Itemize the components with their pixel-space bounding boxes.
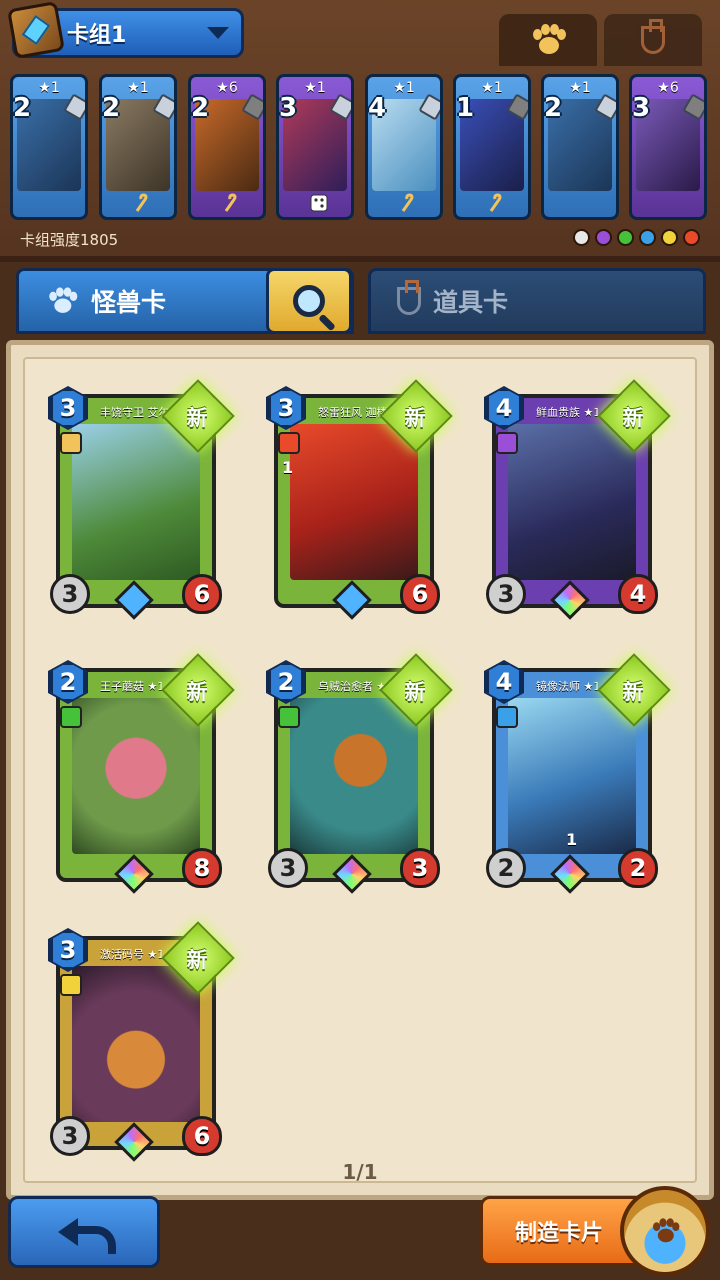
health-value: 6 — [182, 574, 222, 614]
deck-card[interactable]: ★1 4 — [365, 74, 443, 220]
dice-icon — [310, 194, 328, 212]
tab-item-cards[interactable]: 道具卡 — [368, 268, 706, 334]
card-extra-value: 1 — [282, 458, 294, 477]
element-icons — [573, 229, 700, 246]
flask-icon — [397, 280, 421, 315]
lightning-element-icon — [661, 229, 678, 246]
collection-card[interactable]: 王子蘑菇 ★1 2 新 8 — [48, 653, 235, 894]
craft-card-label: 制造卡片 — [515, 1221, 604, 1246]
deck-selector-dropdown[interactable]: 卡组1 — [7, 1, 244, 59]
health-value: 8 — [182, 848, 222, 888]
deck-card-cost: 3 — [279, 93, 298, 123]
deck-card-cost: 1 — [456, 93, 475, 123]
tab-item-label: 道具卡 — [433, 288, 509, 317]
card-art — [72, 966, 200, 1122]
deck-card-row: ★1 2 ★1 2 ★6 2 ★1 3 ★1 4 ★1 1 ★1 2 ★6 3 — [10, 74, 710, 224]
deck-card-cost: 4 — [368, 93, 387, 123]
deck-card[interactable]: ★1 2 — [541, 74, 619, 220]
nature-element-icon — [617, 229, 634, 246]
health-value: 4 — [618, 574, 658, 614]
tribe-icon — [496, 432, 518, 454]
new-label: 新 — [186, 680, 208, 704]
tribe-icon — [60, 706, 82, 728]
cane-icon — [224, 193, 237, 212]
card-art — [72, 698, 200, 854]
health-value: 6 — [400, 574, 440, 614]
new-label: 新 — [404, 406, 426, 430]
new-label: 新 — [186, 948, 208, 972]
card-art — [290, 424, 418, 580]
back-arrow-icon — [58, 1214, 116, 1254]
deck-card-cost: 2 — [13, 93, 32, 123]
chevron-down-icon — [207, 27, 229, 39]
health-value: 3 — [400, 848, 440, 888]
deck-card[interactable]: ★1 2 — [99, 74, 177, 220]
cane-icon — [489, 193, 502, 212]
deck-card[interactable]: ★6 3 — [629, 74, 707, 220]
attack-value: 3 — [486, 574, 526, 614]
new-label: 新 — [186, 406, 208, 430]
tribe-icon — [278, 706, 300, 728]
attack-value: 3 — [268, 848, 308, 888]
tribe-icon — [60, 432, 82, 454]
paw-icon — [48, 287, 78, 314]
card-art — [290, 698, 418, 854]
water-element-icon — [639, 229, 656, 246]
cane-icon — [401, 193, 414, 212]
tribe-icon — [496, 706, 518, 728]
collection-card[interactable]: 鲜血贵族 ★1 4 新 3 4 — [484, 379, 671, 620]
craft-potion-icon[interactable] — [620, 1186, 710, 1276]
shadow-element-icon — [595, 229, 612, 246]
deck-card-cost: 2 — [544, 93, 563, 123]
deck-header: 卡组1 ★1 2 ★1 2 ★6 2 ★1 3 ★1 4 ★1 1 ★1 2 ★… — [0, 0, 720, 262]
new-label: 新 — [622, 680, 644, 704]
health-value: 6 — [182, 1116, 222, 1156]
deck-card[interactable]: ★1 3 — [276, 74, 354, 220]
card-extra-value: 1 — [566, 830, 578, 849]
deck-card-cost: 3 — [632, 93, 651, 123]
paw-icon — [651, 1218, 680, 1244]
search-icon — [293, 285, 325, 317]
collection-card[interactable]: 激活码号 ★1 3 新 3 6 — [48, 921, 235, 1162]
new-label: 新 — [622, 406, 644, 430]
attack-value: 2 — [486, 848, 526, 888]
card-art — [508, 424, 636, 580]
deck-name: 卡组1 — [67, 23, 127, 48]
health-value: 2 — [618, 848, 658, 888]
paw-icon — [531, 24, 566, 56]
deck-book-icon — [7, 1, 65, 59]
neutral-element-icon — [573, 229, 590, 246]
deck-strength: 卡组强度1805 — [20, 231, 119, 249]
attack-value: 3 — [50, 574, 90, 614]
collection-card[interactable]: 丰饶守卫 艾尔莎 ★1 3 新 3 6 — [48, 379, 235, 620]
tribe-icon — [60, 974, 82, 996]
collection-card[interactable]: 怒雷狂风 迦楼罗 ★1 1 3 新 6 — [266, 379, 453, 620]
deck-card-cost: 2 — [191, 93, 210, 123]
deck-card-cost: 2 — [102, 93, 121, 123]
deck-card[interactable]: ★6 2 — [188, 74, 266, 220]
page-indicator: 1/1 — [342, 1160, 378, 1184]
cane-icon — [135, 193, 148, 212]
tab-monster-filter[interactable] — [499, 14, 597, 66]
tribe-icon — [278, 432, 300, 454]
collection-card[interactable]: 镜像法师 ★1 1 4 新 2 2 — [484, 653, 671, 894]
fire-element-icon — [683, 229, 700, 246]
card-art — [72, 424, 200, 580]
flask-icon — [641, 19, 665, 54]
deck-card[interactable]: ★1 1 — [453, 74, 531, 220]
tab-monster-label: 怪兽卡 — [91, 288, 167, 317]
new-label: 新 — [404, 680, 426, 704]
attack-value: 3 — [50, 1116, 90, 1156]
tab-item-filter[interactable] — [604, 14, 702, 66]
collection-card[interactable]: 乌贼治愈者 ★1 2 新 3 3 — [266, 653, 453, 894]
deck-card[interactable]: ★1 2 — [10, 74, 88, 220]
back-button[interactable] — [8, 1196, 160, 1268]
search-button[interactable] — [266, 268, 352, 334]
